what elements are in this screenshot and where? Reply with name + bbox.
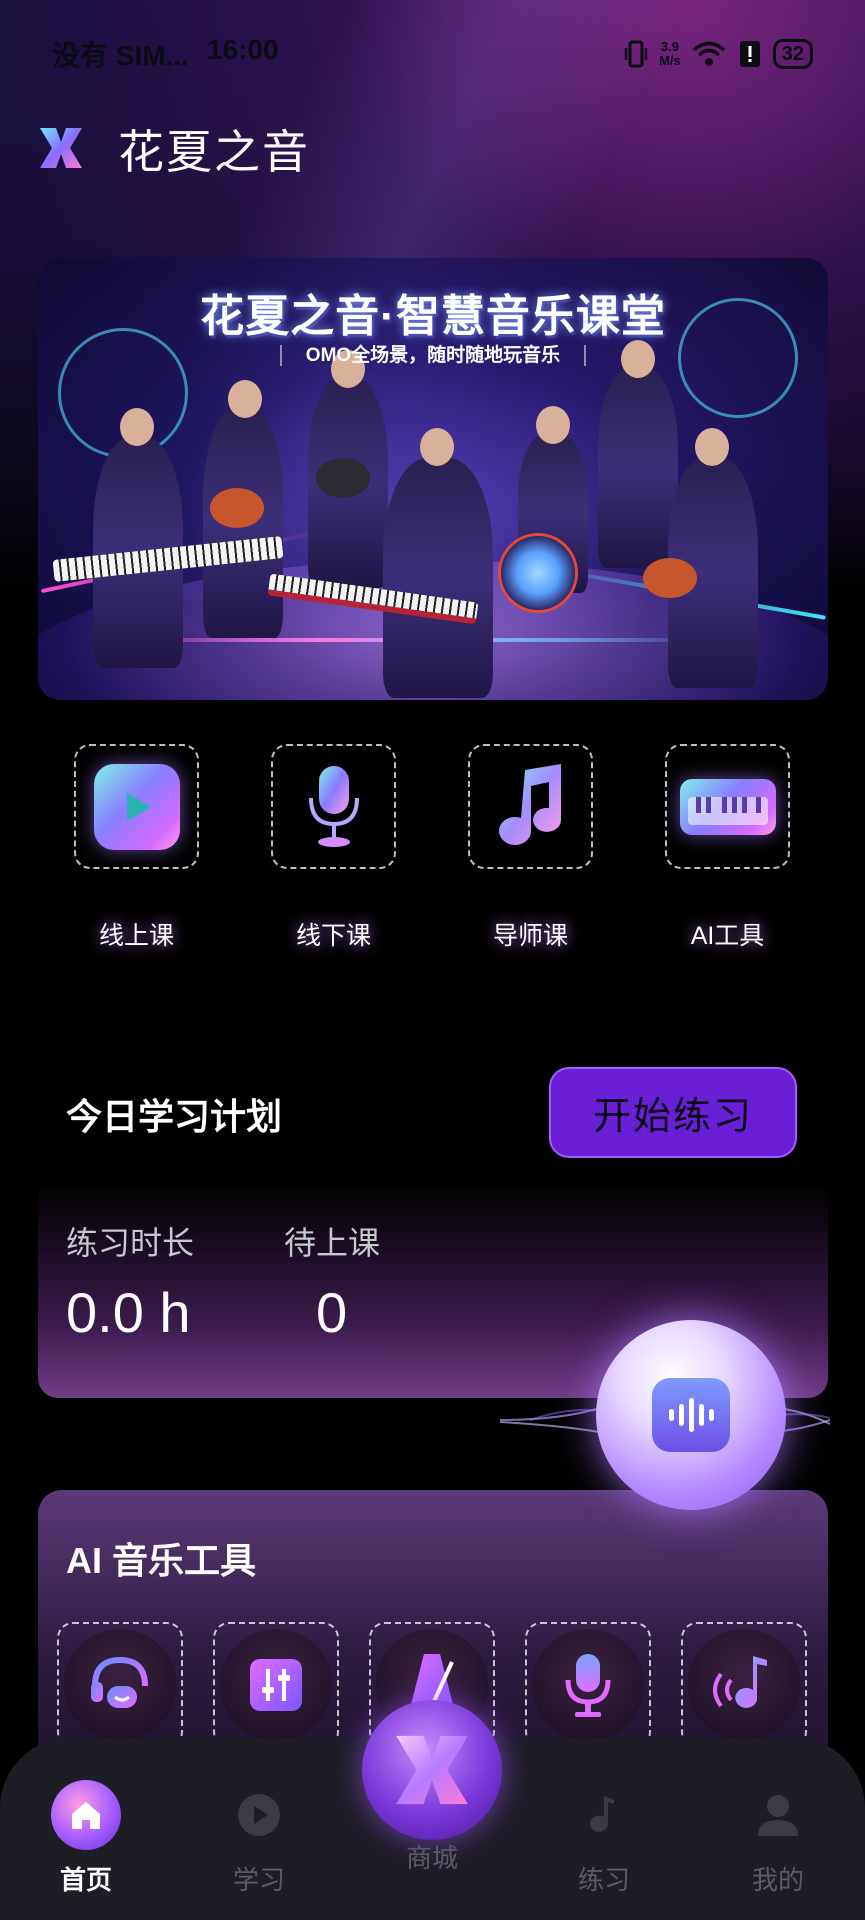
- nav-home[interactable]: 首页: [31, 1780, 141, 1897]
- voice-wave-icon: [652, 1378, 730, 1452]
- ai-tool-mixer[interactable]: [213, 1622, 339, 1748]
- musician-head: [228, 380, 262, 418]
- ai-tool-assistant[interactable]: [57, 1622, 183, 1748]
- promo-banner[interactable]: 花夏之音·智慧音乐课堂 OMO全场景，随时随地玩音乐: [38, 258, 828, 700]
- musician-head: [695, 428, 729, 466]
- nav-practice[interactable]: 练习: [549, 1780, 659, 1897]
- keyboard-icon: [679, 778, 776, 835]
- nav-label: 首页: [59, 1865, 112, 1895]
- practice-duration-label: 练习时长: [66, 1225, 195, 1261]
- play-circle-icon: [224, 1780, 294, 1850]
- voice-assistant-button[interactable]: [596, 1320, 786, 1510]
- battery-indicator: 32: [772, 39, 813, 69]
- home-icon: [51, 1780, 121, 1850]
- nav-label: 我的: [751, 1865, 804, 1895]
- nav-mall-button[interactable]: [362, 1700, 502, 1840]
- shortcut-mentor-course[interactable]: 导师课: [468, 744, 593, 950]
- play-icon: [93, 763, 180, 850]
- practice-duration-value: 0.0 h: [66, 1281, 191, 1344]
- microphone-icon: [291, 764, 377, 850]
- shortcut-online-course[interactable]: 线上课: [74, 744, 199, 950]
- start-practice-button[interactable]: 开始练习: [549, 1067, 797, 1158]
- pending-class-value: 0: [316, 1281, 348, 1344]
- microphone-icon: [565, 1654, 611, 1717]
- drum-kit: [498, 533, 578, 613]
- user-icon: [743, 1780, 813, 1850]
- ai-tool-vocal[interactable]: [525, 1622, 651, 1748]
- musician-head: [420, 428, 454, 466]
- shortcut-label: 线下课: [295, 922, 371, 950]
- plan-title: 今日学习计划: [66, 1096, 283, 1137]
- nav-label: 学习: [232, 1865, 285, 1895]
- nav-study[interactable]: 学习: [204, 1780, 314, 1897]
- ai-tools-title: AI 音乐工具: [66, 1540, 257, 1581]
- nav-mall-label: 商城: [405, 1843, 458, 1873]
- sound-note-icon: [713, 1656, 767, 1708]
- shortcut-label: 导师课: [492, 922, 568, 950]
- guitar-instrument: [643, 558, 697, 598]
- shortcut-label: 线上课: [98, 922, 174, 950]
- musician-head: [536, 406, 570, 444]
- alert-sim-icon: [737, 39, 763, 69]
- shortcut-ai-tools[interactable]: AI工具: [665, 744, 790, 950]
- musician-figure: [383, 458, 493, 698]
- nav-mine[interactable]: 我的: [723, 1780, 833, 1897]
- vibrate-icon: [623, 39, 649, 69]
- status-bar: 没有 SIM... 16:00 3.9 M/s 32: [52, 32, 813, 76]
- shortcut-offline-course[interactable]: 线下课: [271, 744, 396, 950]
- ai-tool-sound[interactable]: [681, 1622, 807, 1748]
- wifi-icon: [691, 39, 727, 69]
- guitar-instrument: [316, 458, 370, 498]
- musician-figure: [598, 368, 678, 568]
- banner-subtitle: OMO全场景，随时随地玩音乐: [38, 340, 828, 367]
- app-logo: [36, 124, 86, 172]
- network-speed: 3.9 M/s: [659, 39, 681, 68]
- carrier-text: 没有 SIM...: [52, 40, 189, 71]
- music-note-icon: [488, 763, 574, 850]
- clock: 16:00: [206, 34, 279, 65]
- app-title: 花夏之音: [118, 126, 310, 178]
- shortcut-label: AI工具: [690, 922, 765, 950]
- brand-logo-icon: [396, 1735, 468, 1805]
- guitar-instrument: [210, 488, 264, 528]
- banner-title: 花夏之音·智慧音乐课堂: [200, 292, 666, 341]
- musician-head: [120, 408, 154, 446]
- headset-chat-icon: [91, 1656, 148, 1708]
- pending-class-label: 待上课: [284, 1225, 381, 1261]
- music-note-icon: [569, 1780, 639, 1850]
- nav-label: 练习: [577, 1865, 630, 1895]
- mixer-icon: [250, 1659, 302, 1711]
